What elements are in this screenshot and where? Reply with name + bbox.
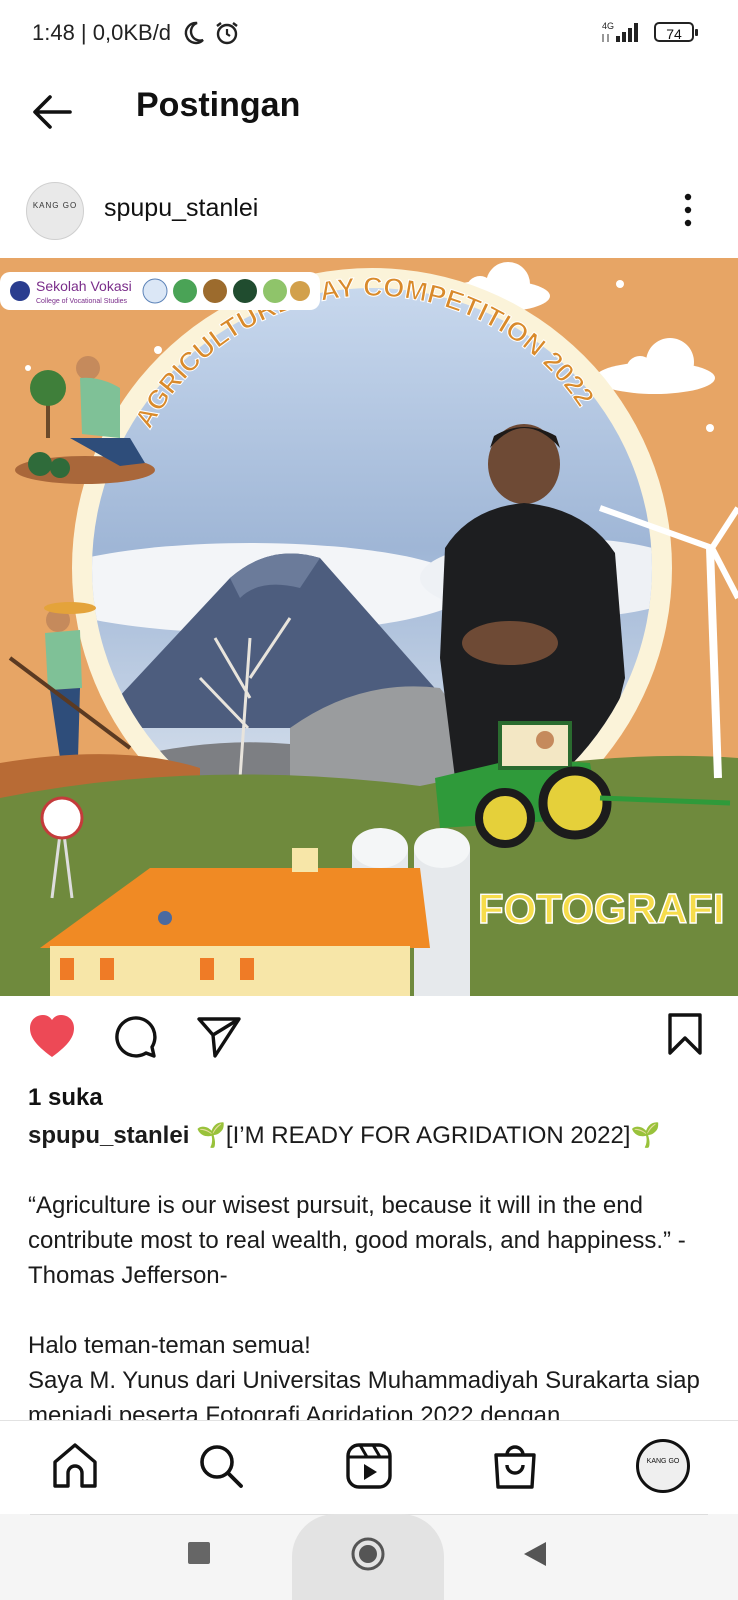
- home-circle-icon[interactable]: [350, 1536, 386, 1572]
- bottom-nav: KANG GO: [0, 1420, 738, 1515]
- category-label: FOTOGRAFI: [478, 885, 725, 932]
- network-label: 4G: [602, 21, 614, 31]
- sponsor-badge: Sekolah Vokasi College of Vocational Stu…: [0, 272, 320, 310]
- post-image[interactable]: AGRICULTURE DAY COMPETITION 2022 Sekolah…: [0, 258, 738, 996]
- badge-org: Sekolah Vokasi: [36, 278, 132, 294]
- caption-text: 🌱[I’M READY FOR AGRIDATION 2022]🌱 “Agric…: [28, 1122, 700, 1420]
- battery-icon: 74: [654, 22, 698, 42]
- alarm-icon: [216, 22, 238, 45]
- share-icon[interactable]: [196, 1014, 242, 1060]
- like-count[interactable]: 1 suka: [28, 1084, 103, 1112]
- app-header: Postingan: [0, 66, 738, 166]
- badge-sub: College of Vocational Studies: [36, 298, 128, 305]
- profile-avatar[interactable]: KANG GO: [636, 1439, 690, 1493]
- status-time: 1:48 | 0,0KB/d: [32, 20, 172, 45]
- back-triangle-icon[interactable]: [522, 1540, 548, 1568]
- bookmark-icon[interactable]: [666, 1012, 704, 1056]
- moon-icon: [184, 21, 204, 45]
- recents-icon[interactable]: [188, 1542, 210, 1564]
- signal-icon: 4G: [602, 21, 638, 42]
- post-caption: spupu_stanlei 🌱[I’M READY FOR AGRIDATION…: [28, 1118, 718, 1420]
- heart-icon[interactable]: [28, 1014, 76, 1060]
- avatar[interactable]: KANG GO: [26, 182, 84, 240]
- post-author-row: KANG GO spupu_stanlei: [0, 166, 738, 258]
- reels-icon[interactable]: [344, 1441, 394, 1491]
- back-arrow-icon[interactable]: [28, 88, 76, 136]
- profile-avatar-text: KANG GO: [646, 1458, 680, 1465]
- search-icon[interactable]: [196, 1441, 246, 1491]
- more-options-icon[interactable]: [680, 190, 696, 230]
- home-icon[interactable]: [50, 1441, 100, 1491]
- caption-username[interactable]: spupu_stanlei: [28, 1122, 189, 1149]
- system-navigation-bar: [0, 1514, 738, 1600]
- page-title: Postingan: [136, 86, 301, 124]
- post-username[interactable]: spupu_stanlei: [104, 194, 258, 223]
- comment-icon[interactable]: [112, 1014, 158, 1060]
- status-bar: 1:48 | 0,0KB/d 4G 74: [0, 0, 738, 66]
- post-actions: [0, 996, 738, 1082]
- avatar-logo-text: KANG GO: [32, 201, 78, 210]
- shop-icon[interactable]: [490, 1441, 540, 1491]
